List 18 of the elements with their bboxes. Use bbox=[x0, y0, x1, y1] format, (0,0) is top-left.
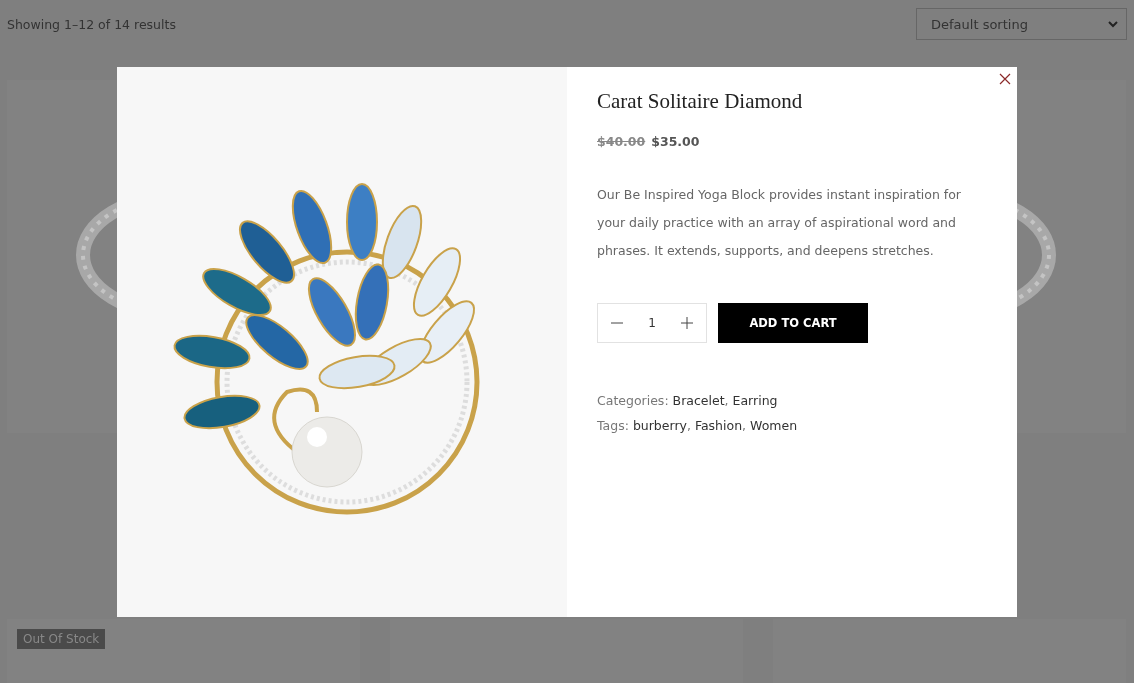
tag-link[interactable]: Fashion bbox=[694, 418, 743, 433]
close-icon[interactable] bbox=[999, 73, 1011, 85]
tags-line: Tags: burberry, Fashion, Women bbox=[597, 418, 799, 433]
quantity-value[interactable]: 1 bbox=[648, 316, 656, 330]
regular-price: $40.00 bbox=[597, 134, 646, 149]
tag-link[interactable]: burberry bbox=[632, 418, 687, 433]
chevron-down-icon bbox=[1108, 20, 1118, 28]
category-link[interactable]: Bracelet bbox=[672, 393, 725, 408]
sale-price: $35.00 bbox=[651, 134, 700, 149]
tag-link[interactable]: Women bbox=[750, 418, 798, 433]
product-description: Our Be Inspired Yoga Block provides instant inspiration for your daily practice with an array of aspirational word and phrases. It extends, supports, and deepens stretches. bbox=[597, 186, 962, 260]
stock-badge: Out Of Stock bbox=[17, 629, 106, 649]
results-count: Showing 1–12 of 14 results bbox=[7, 16, 176, 32]
category-link[interactable]: Earring bbox=[732, 393, 778, 408]
product-title: Carat Solitaire Diamond bbox=[597, 89, 804, 114]
categories-line: Categories: Bracelet, Earring bbox=[597, 393, 779, 408]
add-to-cart-button[interactable]: ADD TO CART bbox=[718, 303, 868, 343]
plus-icon[interactable] bbox=[679, 316, 694, 330]
